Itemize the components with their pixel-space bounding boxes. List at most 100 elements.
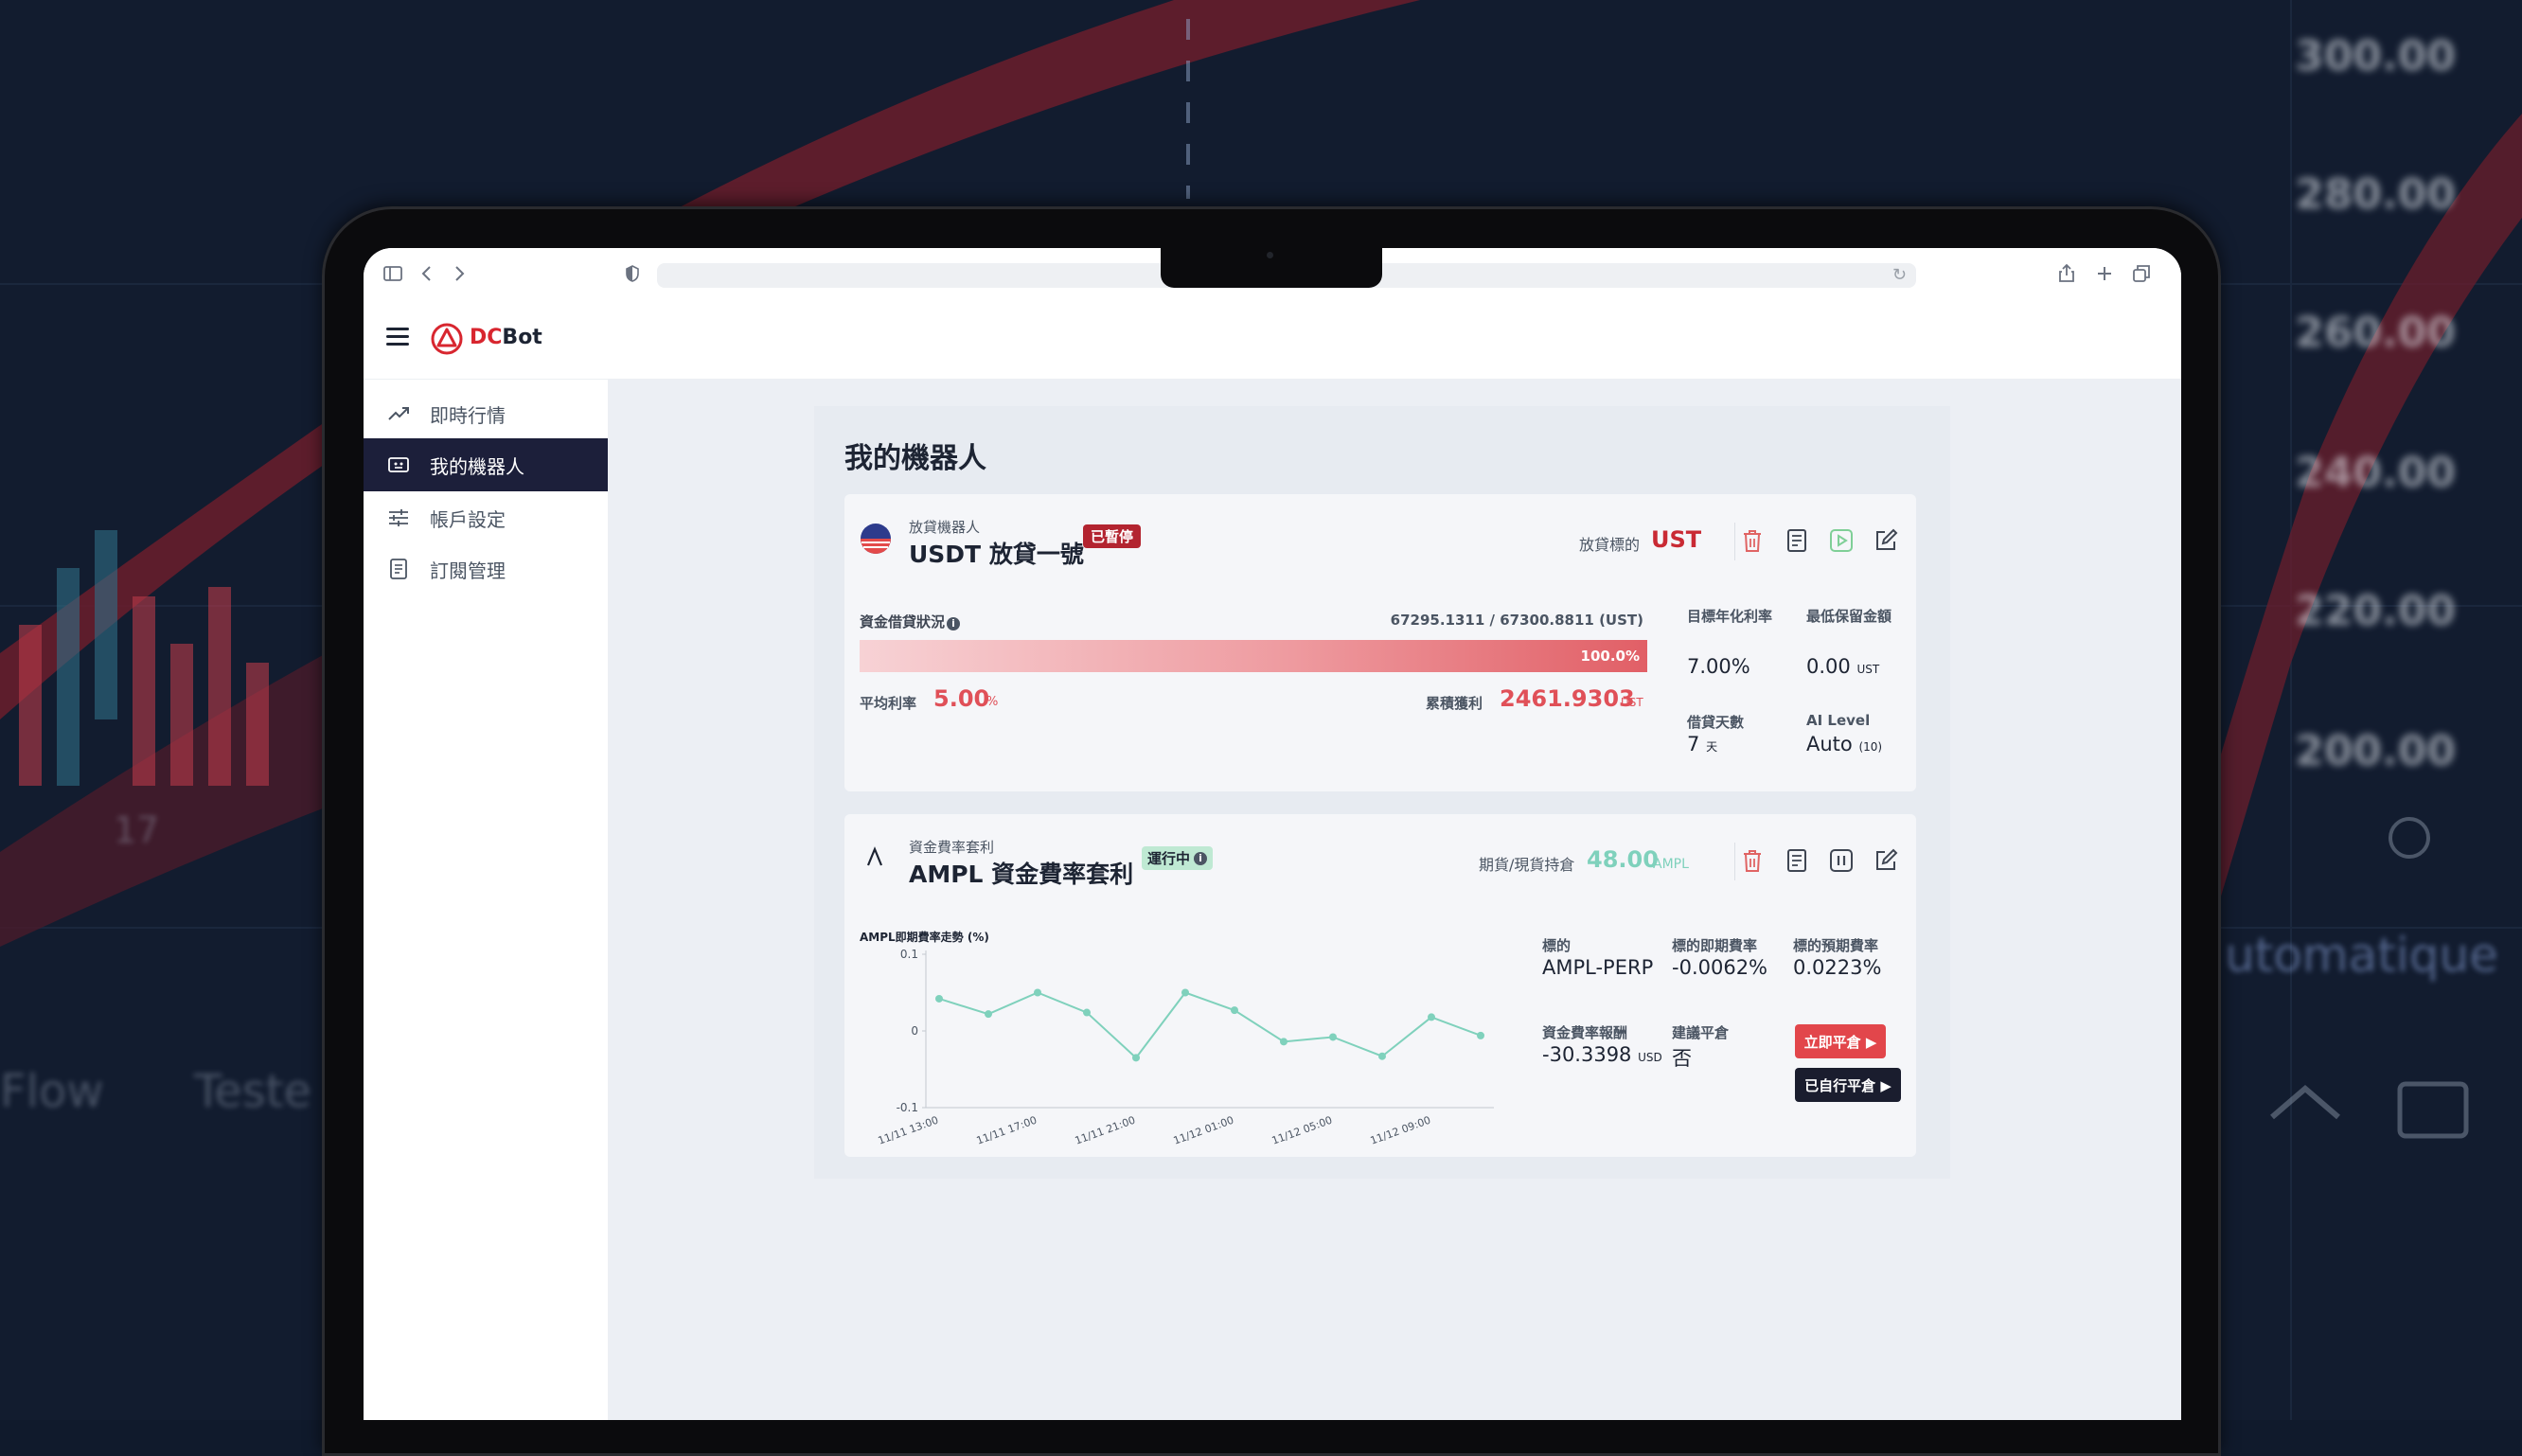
cum-profit-value: 2461.9303 <box>1500 685 1635 712</box>
info-icon[interactable]: i <box>1194 851 1208 865</box>
sidebar-item-my-robots[interactable]: 我的機器人 <box>364 438 608 491</box>
chart-y-tick-label: 0 <box>911 1024 918 1038</box>
sidebar-item-account-settings[interactable]: 帳戶設定 <box>364 491 608 544</box>
stat-value: 0.0223% <box>1793 956 1882 979</box>
stat-label: 標的預期費率 <box>1793 937 1879 954</box>
stat-unit: USD <box>1638 1051 1662 1064</box>
sidebar-toggle-icon[interactable] <box>382 263 403 284</box>
sidebar-item-subscription[interactable]: 訂閱管理 <box>364 542 608 595</box>
avg-rate-unit: % <box>986 695 999 709</box>
sidebar-item-market[interactable]: 即時行情 <box>364 387 608 440</box>
share-icon[interactable] <box>2058 263 2075 284</box>
trending-up-icon <box>386 401 411 426</box>
chart-x-tick-label: 11/12 05:00 <box>1270 1114 1334 1147</box>
sidebar: 即時行情 我的機器人 帳戶設定 訂閱管理 <box>364 380 609 1420</box>
new-tab-icon[interactable] <box>2096 263 2113 284</box>
bg-word-right: utomatique <box>2225 928 2498 983</box>
avg-rate-label: 平均利率 <box>860 695 917 712</box>
stat-value-group: Auto (10) <box>1806 733 1882 755</box>
bg-axis-label: 300.00 <box>2295 32 2456 80</box>
stat-value: AMPL-PERP <box>1542 956 1654 979</box>
chart-point <box>1034 988 1041 997</box>
delete-icon[interactable] <box>1736 844 1768 877</box>
position-label: 期貨/現貨持倉 <box>1479 856 1575 874</box>
chart-x-tick-label: 11/12 09:00 <box>1369 1114 1432 1147</box>
stat-label: 目標年化利率 <box>1687 608 1773 625</box>
funds-label-text: 資金借貸狀況 <box>860 613 946 630</box>
delete-icon[interactable] <box>1736 524 1768 557</box>
chart-point <box>1083 1008 1091 1017</box>
stat-value: 0.00 <box>1806 655 1851 678</box>
sidebar-item-label: 訂閱管理 <box>430 559 506 582</box>
chart-series-line <box>938 991 1482 1059</box>
stat-label: AI Level <box>1806 712 1871 729</box>
privacy-shield-icon <box>626 265 639 282</box>
pause-icon[interactable] <box>1825 844 1857 877</box>
chart-title: AMPL即期費率走勢 (%) <box>860 930 989 944</box>
close-position-now-button[interactable]: 立即平倉 ▶ <box>1795 1024 1886 1058</box>
closed-manually-button[interactable]: 已自行平倉 ▶ <box>1795 1068 1901 1102</box>
main-content: 我的機器人 放貸機器人 USDT 放貸一號 已暫停 放貸標的 UST 資金借貸狀… <box>608 380 2181 1420</box>
bg-word-left: Flow <box>0 1065 104 1118</box>
divider <box>1734 843 1735 880</box>
bot-name: AMPL 資金費率套利 <box>909 861 1134 888</box>
sliders-icon <box>386 506 411 530</box>
chart-point <box>985 1010 992 1019</box>
edit-icon[interactable] <box>1870 844 1902 877</box>
info-icon[interactable]: i <box>947 617 961 630</box>
chart-y-tick-label: -0.1 <box>897 1101 918 1114</box>
chart-y-tick-label: 0.1 <box>900 948 918 961</box>
stat-value: 7 <box>1687 733 1700 755</box>
position-unit: AMPL <box>1653 857 1689 872</box>
status-badge: 已暫停 <box>1083 524 1142 548</box>
stat-value: Auto <box>1806 733 1853 755</box>
robot-screen-icon <box>386 453 411 477</box>
stat-unit: 天 <box>1706 740 1718 754</box>
tabs-overview-icon[interactable] <box>2132 263 2151 284</box>
play-icon[interactable] <box>1825 524 1857 557</box>
laptop-screen: ↻ DCBot 即時行情 我的機器人 帳戶設定 訂閱管理 我的機器人 放貸機器人… <box>364 248 2181 1420</box>
status-badge: 運行中 i <box>1142 846 1214 870</box>
chart-point <box>1181 988 1189 997</box>
usdt-flag-icon <box>861 524 891 554</box>
bot-subtitle: 資金費率套利 <box>909 839 995 856</box>
sidebar-item-label: 我的機器人 <box>430 454 524 478</box>
back-icon[interactable] <box>420 263 434 284</box>
chart-x-tick-label: 11/11 17:00 <box>975 1114 1039 1147</box>
bg-word-left: Teste <box>194 1065 312 1118</box>
stat-unit: UST <box>1856 663 1880 676</box>
bg-axis-label: 280.00 <box>2295 170 2456 219</box>
log-icon[interactable] <box>1781 844 1813 877</box>
stat-value-group: -30.3398 USD <box>1542 1043 1662 1066</box>
chart-point <box>1329 1033 1337 1041</box>
target-label: 放貸標的 <box>1579 536 1641 554</box>
chart-point <box>1428 1013 1435 1021</box>
bot-card-lending: 放貸機器人 USDT 放貸一號 已暫停 放貸標的 UST 資金借貸狀況 i 672… <box>844 494 1916 791</box>
stat-value: -0.0062% <box>1672 956 1768 979</box>
camera-notch <box>1161 248 1382 288</box>
position-value: 48.00 <box>1587 846 1659 873</box>
status-badge-text: 運行中 <box>1147 850 1191 867</box>
chart-x-tick-label: 11/12 01:00 <box>1172 1114 1235 1147</box>
divider <box>1734 523 1735 560</box>
ampl-logo-icon <box>866 846 883 866</box>
edit-icon[interactable] <box>1870 524 1902 557</box>
stat-value-group: 0.00 UST <box>1806 655 1879 678</box>
menu-icon[interactable] <box>386 328 409 346</box>
reload-icon[interactable]: ↻ <box>1892 265 1907 285</box>
funds-progress-track: 100.0% <box>860 640 1647 672</box>
stat-label: 借貸天數 <box>1687 714 1745 731</box>
chart-point <box>1477 1031 1484 1039</box>
log-icon[interactable] <box>1781 524 1813 557</box>
funds-progress-fill <box>860 640 1647 672</box>
chart-point <box>1231 1006 1238 1015</box>
stat-unit: (10) <box>1858 740 1883 754</box>
stat-label: 標的 <box>1542 937 1572 954</box>
sidebar-item-label: 帳戶設定 <box>430 507 506 531</box>
bg-number: 17 <box>114 809 160 851</box>
stat-value: 7.00% <box>1687 655 1750 678</box>
forward-icon[interactable] <box>453 263 466 284</box>
bot-card-funding-arbitrage: 資金費率套利 AMPL 資金費率套利 運行中 i 期貨/現貨持倉 48.00 AM… <box>844 814 1916 1157</box>
bg-axis-label: 260.00 <box>2295 309 2456 357</box>
chart-x-tick-label: 11/11 21:00 <box>1074 1114 1137 1147</box>
